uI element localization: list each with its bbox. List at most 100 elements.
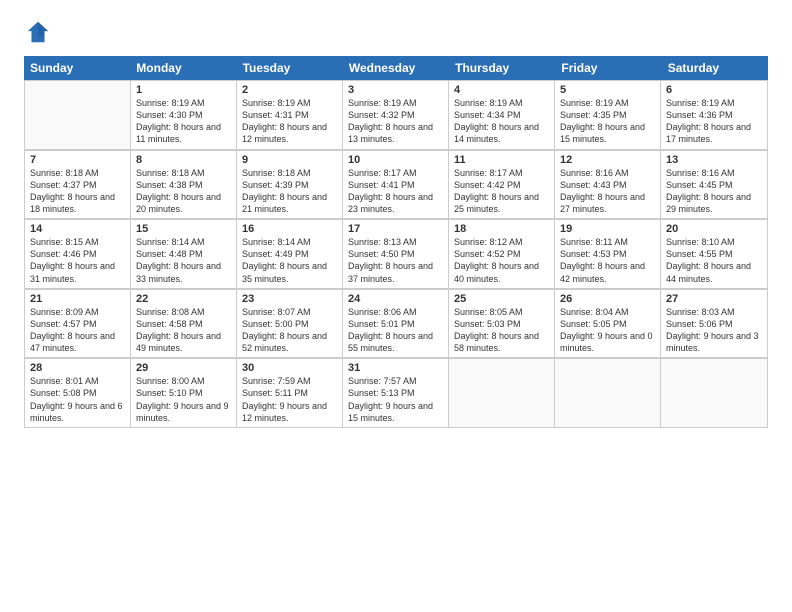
day-number: 12 [560,154,655,166]
day-number: 7 [30,154,125,166]
day-number: 31 [348,362,443,374]
calendar: SundayMondayTuesdayWednesdayThursdayFrid… [24,56,768,600]
day-number: 24 [348,293,443,305]
day-info: Sunrise: 8:18 AM Sunset: 4:37 PM Dayligh… [30,167,125,216]
day-info: Sunrise: 8:12 AM Sunset: 4:52 PM Dayligh… [454,236,549,285]
day-info: Sunrise: 8:19 AM Sunset: 4:30 PM Dayligh… [136,97,231,146]
day-number: 28 [30,362,125,374]
week-row-2: 14Sunrise: 8:15 AM Sunset: 4:46 PM Dayli… [25,219,767,289]
calendar-cell: 5Sunrise: 8:19 AM Sunset: 4:35 PM Daylig… [555,80,661,149]
day-info: Sunrise: 8:11 AM Sunset: 4:53 PM Dayligh… [560,236,655,285]
day-number: 4 [454,84,549,96]
day-number: 6 [666,84,762,96]
week-row-1: 7Sunrise: 8:18 AM Sunset: 4:37 PM Daylig… [25,150,767,220]
day-info: Sunrise: 8:19 AM Sunset: 4:32 PM Dayligh… [348,97,443,146]
day-header-friday: Friday [555,56,661,80]
day-info: Sunrise: 8:06 AM Sunset: 5:01 PM Dayligh… [348,306,443,355]
day-info: Sunrise: 8:18 AM Sunset: 4:39 PM Dayligh… [242,167,337,216]
day-number: 3 [348,84,443,96]
calendar-cell [661,358,767,427]
day-number: 8 [136,154,231,166]
day-number: 11 [454,154,549,166]
calendar-cell: 16Sunrise: 8:14 AM Sunset: 4:49 PM Dayli… [237,219,343,288]
day-info: Sunrise: 8:05 AM Sunset: 5:03 PM Dayligh… [454,306,549,355]
calendar-cell: 7Sunrise: 8:18 AM Sunset: 4:37 PM Daylig… [25,150,131,219]
calendar-cell [25,80,131,149]
calendar-cell: 28Sunrise: 8:01 AM Sunset: 5:08 PM Dayli… [25,358,131,427]
day-header-monday: Monday [130,56,236,80]
day-info: Sunrise: 8:17 AM Sunset: 4:41 PM Dayligh… [348,167,443,216]
day-number: 29 [136,362,231,374]
calendar-cell: 4Sunrise: 8:19 AM Sunset: 4:34 PM Daylig… [449,80,555,149]
calendar-cell: 3Sunrise: 8:19 AM Sunset: 4:32 PM Daylig… [343,80,449,149]
day-number: 13 [666,154,762,166]
day-info: Sunrise: 8:19 AM Sunset: 4:36 PM Dayligh… [666,97,762,146]
day-number: 17 [348,223,443,235]
day-info: Sunrise: 8:03 AM Sunset: 5:06 PM Dayligh… [666,306,762,355]
calendar-cell: 17Sunrise: 8:13 AM Sunset: 4:50 PM Dayli… [343,219,449,288]
day-header-saturday: Saturday [662,56,768,80]
day-number: 5 [560,84,655,96]
day-number: 18 [454,223,549,235]
calendar-cell: 23Sunrise: 8:07 AM Sunset: 5:00 PM Dayli… [237,289,343,358]
calendar-cell: 25Sunrise: 8:05 AM Sunset: 5:03 PM Dayli… [449,289,555,358]
day-info: Sunrise: 7:59 AM Sunset: 5:11 PM Dayligh… [242,375,337,424]
calendar-cell: 19Sunrise: 8:11 AM Sunset: 4:53 PM Dayli… [555,219,661,288]
page: SundayMondayTuesdayWednesdayThursdayFrid… [0,0,792,612]
day-info: Sunrise: 8:16 AM Sunset: 4:43 PM Dayligh… [560,167,655,216]
calendar-cell: 14Sunrise: 8:15 AM Sunset: 4:46 PM Dayli… [25,219,131,288]
day-info: Sunrise: 8:08 AM Sunset: 4:58 PM Dayligh… [136,306,231,355]
week-row-3: 21Sunrise: 8:09 AM Sunset: 4:57 PM Dayli… [25,289,767,359]
day-number: 22 [136,293,231,305]
day-number: 25 [454,293,549,305]
day-info: Sunrise: 8:14 AM Sunset: 4:49 PM Dayligh… [242,236,337,285]
calendar-cell: 29Sunrise: 8:00 AM Sunset: 5:10 PM Dayli… [131,358,237,427]
day-info: Sunrise: 8:00 AM Sunset: 5:10 PM Dayligh… [136,375,231,424]
day-number: 1 [136,84,231,96]
calendar-body: 1Sunrise: 8:19 AM Sunset: 4:30 PM Daylig… [24,80,768,428]
day-info: Sunrise: 8:19 AM Sunset: 4:34 PM Dayligh… [454,97,549,146]
day-info: Sunrise: 8:07 AM Sunset: 5:00 PM Dayligh… [242,306,337,355]
calendar-cell: 9Sunrise: 8:18 AM Sunset: 4:39 PM Daylig… [237,150,343,219]
logo [24,18,56,46]
calendar-cell: 26Sunrise: 8:04 AM Sunset: 5:05 PM Dayli… [555,289,661,358]
day-header-tuesday: Tuesday [237,56,343,80]
calendar-cell: 8Sunrise: 8:18 AM Sunset: 4:38 PM Daylig… [131,150,237,219]
calendar-cell: 11Sunrise: 8:17 AM Sunset: 4:42 PM Dayli… [449,150,555,219]
calendar-cell: 2Sunrise: 8:19 AM Sunset: 4:31 PM Daylig… [237,80,343,149]
calendar-cell: 18Sunrise: 8:12 AM Sunset: 4:52 PM Dayli… [449,219,555,288]
day-info: Sunrise: 8:17 AM Sunset: 4:42 PM Dayligh… [454,167,549,216]
day-number: 10 [348,154,443,166]
day-info: Sunrise: 8:01 AM Sunset: 5:08 PM Dayligh… [30,375,125,424]
day-info: Sunrise: 8:10 AM Sunset: 4:55 PM Dayligh… [666,236,762,285]
day-header-thursday: Thursday [449,56,555,80]
day-number: 20 [666,223,762,235]
calendar-cell: 13Sunrise: 8:16 AM Sunset: 4:45 PM Dayli… [661,150,767,219]
calendar-cell: 22Sunrise: 8:08 AM Sunset: 4:58 PM Dayli… [131,289,237,358]
day-number: 9 [242,154,337,166]
day-info: Sunrise: 8:19 AM Sunset: 4:35 PM Dayligh… [560,97,655,146]
day-info: Sunrise: 8:16 AM Sunset: 4:45 PM Dayligh… [666,167,762,216]
calendar-cell: 31Sunrise: 7:57 AM Sunset: 5:13 PM Dayli… [343,358,449,427]
day-info: Sunrise: 7:57 AM Sunset: 5:13 PM Dayligh… [348,375,443,424]
day-number: 19 [560,223,655,235]
calendar-header-row: SundayMondayTuesdayWednesdayThursdayFrid… [24,56,768,80]
calendar-cell [555,358,661,427]
day-number: 15 [136,223,231,235]
day-info: Sunrise: 8:18 AM Sunset: 4:38 PM Dayligh… [136,167,231,216]
day-header-sunday: Sunday [24,56,130,80]
calendar-cell: 21Sunrise: 8:09 AM Sunset: 4:57 PM Dayli… [25,289,131,358]
day-info: Sunrise: 8:14 AM Sunset: 4:48 PM Dayligh… [136,236,231,285]
day-info: Sunrise: 8:04 AM Sunset: 5:05 PM Dayligh… [560,306,655,355]
day-info: Sunrise: 8:19 AM Sunset: 4:31 PM Dayligh… [242,97,337,146]
header [24,18,768,46]
calendar-weeks: 1Sunrise: 8:19 AM Sunset: 4:30 PM Daylig… [25,80,767,427]
calendar-cell: 30Sunrise: 7:59 AM Sunset: 5:11 PM Dayli… [237,358,343,427]
day-number: 30 [242,362,337,374]
day-number: 21 [30,293,125,305]
calendar-cell [449,358,555,427]
calendar-cell: 20Sunrise: 8:10 AM Sunset: 4:55 PM Dayli… [661,219,767,288]
week-row-0: 1Sunrise: 8:19 AM Sunset: 4:30 PM Daylig… [25,80,767,150]
day-number: 27 [666,293,762,305]
day-number: 14 [30,223,125,235]
